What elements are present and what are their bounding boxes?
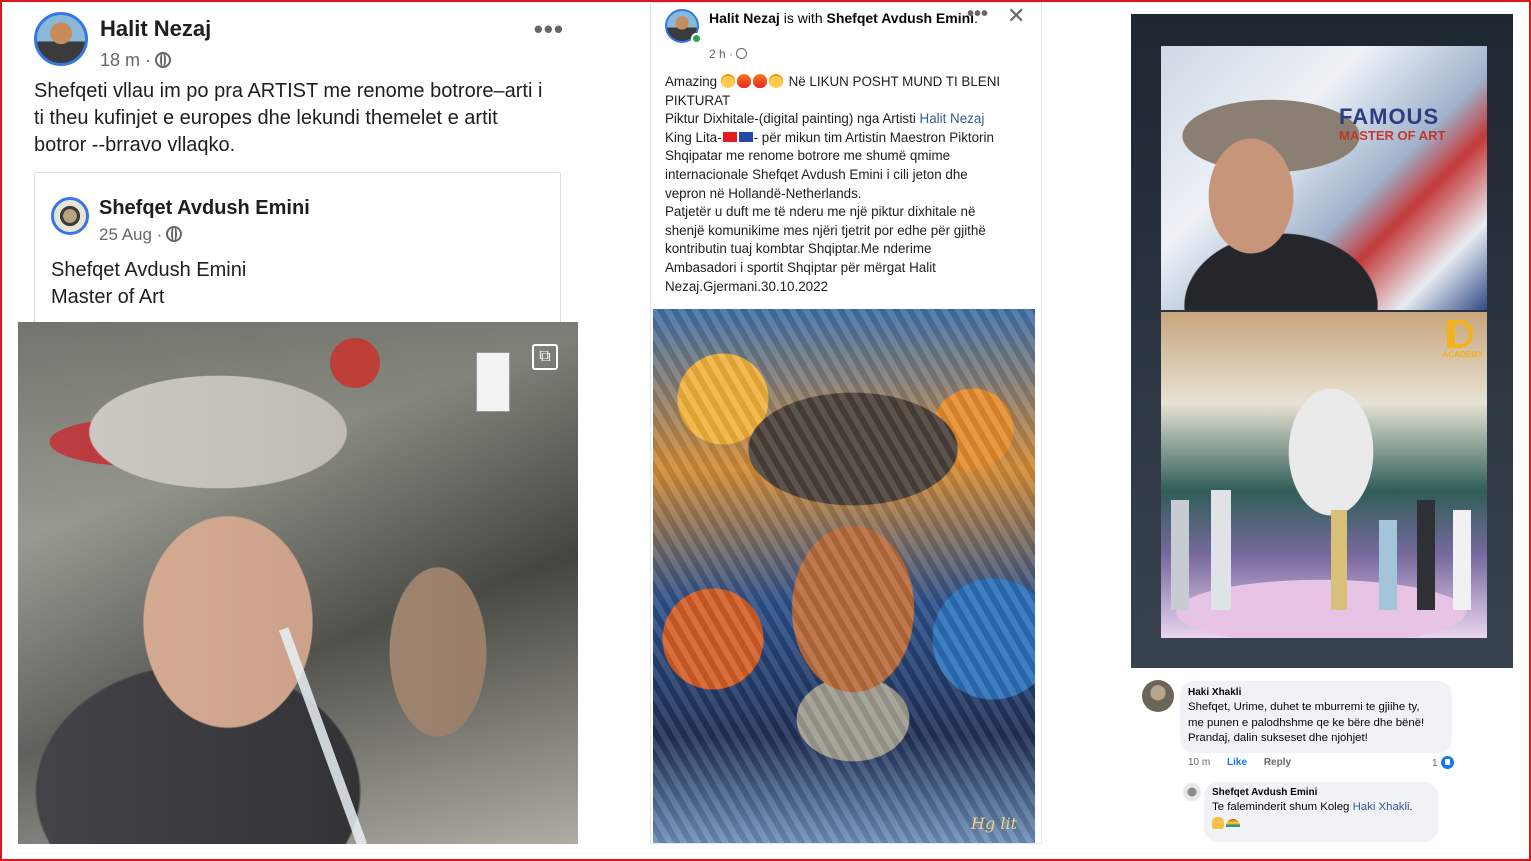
post-text-line: shenjë komunikime mes njëri tjetrit por … [665, 222, 986, 238]
comment-line: Prandaj, dalin sukseset dhe njohjet! [1188, 732, 1368, 745]
comment-line: Shefqet, Urime, duhet te mburremi te gji… [1188, 701, 1420, 713]
post-text-line: Nezaj.Gjermani.30.10.2022 [665, 278, 829, 294]
fire-emoji-icon [736, 74, 751, 88]
reply-button[interactable]: Reply [1264, 757, 1291, 768]
tv-channel-logo-text: ACADEMY [1442, 350, 1483, 359]
shared-text-line: Shefqet Avdush Emini [51, 259, 247, 281]
picture-in-picture-icon[interactable]: ⧉ [532, 344, 558, 370]
post-text-line: Piktur Dixhitale-(digital painting) nga … [665, 110, 1035, 129]
shared-post-card[interactable]: Shefqet Avdush Emini 25 Aug · Shefqet Av… [34, 172, 561, 342]
globe-icon [736, 48, 748, 59]
digital-painting-image[interactable]: Hg lit [653, 309, 1035, 843]
with-text: is with [779, 10, 827, 26]
post-text-line: kontributin tuaj kombtar Shqiptar.Me nde… [665, 241, 932, 257]
king-lita-text: King Lita- [665, 129, 722, 145]
globe-icon [155, 52, 172, 68]
post-text-line: botror --brravo vllaqko. [34, 134, 236, 156]
author-name[interactable]: Halit Nezaj [100, 16, 211, 42]
more-options-icon[interactable]: ••• [534, 14, 564, 45]
tagged-name[interactable]: Shefqet Avdush Emini [827, 10, 975, 26]
red-badge-graphic [330, 338, 380, 388]
famous-title: FAMOUS [1339, 104, 1440, 129]
amazing-text: Amazing [665, 74, 718, 89]
replier-avatar[interactable] [1183, 783, 1201, 801]
post-text-line: ti theu kufinjet e europes dhe lekundi t… [34, 107, 498, 129]
avatar[interactable] [34, 12, 88, 66]
smiling-hearts-emoji-icon [768, 74, 783, 88]
kosovo-flag-icon [738, 131, 753, 142]
reply-text-main: Te faleminderit shum Koleg [1212, 801, 1353, 813]
heart-eyes-emoji-icon [720, 74, 735, 88]
author-name[interactable]: Halit Nezaj [709, 10, 780, 26]
post-text-line: internacionale Shefqet Avdush Emini i ci… [665, 166, 968, 182]
mention-link[interactable]: Haki Xhakli [1353, 801, 1410, 813]
reaction-count-number: 1 [1432, 758, 1438, 769]
link-notice-text: Në LIKUN POSHT MUND TI BLENI [784, 74, 1001, 89]
comment-time: 10 m [1188, 757, 1211, 768]
reply-text: Te faleminderit shum Koleg Haki Xhakli. [1212, 799, 1430, 815]
post-time-text: 2 h · [709, 47, 734, 61]
no-smoking-sign [476, 352, 510, 412]
close-icon[interactable]: ✕ [1007, 3, 1025, 29]
paint-texture [653, 309, 1035, 843]
shared-author-name[interactable]: Shefqet Avdush Emini [99, 197, 310, 220]
post-panel-middle: Halit Nezaj is with Shefqet Avdush Emini… [650, 2, 1042, 844]
like-button[interactable]: Like [1227, 757, 1247, 768]
painting-signature: Hg lit [971, 814, 1017, 833]
comment-actions: 10 m Like Reply [1188, 757, 1305, 768]
post-time-text: 18 m · [100, 50, 152, 70]
story-image-panel[interactable]: FAMOUS MASTER OF ART ACADEMY [1131, 14, 1513, 668]
shared-avatar[interactable] [51, 197, 89, 235]
rainbow-icon [1226, 819, 1240, 827]
audience-figures [1161, 480, 1487, 610]
shared-text-line: Master of Art [51, 286, 165, 308]
shared-post-time: 25 Aug · [99, 225, 183, 245]
comment-line: me punen e palodhshme qe ke bëre dhe bën… [1188, 716, 1425, 729]
online-status-icon [691, 33, 702, 44]
post-text-line: vepron në Hollandë-Netherlands. [665, 185, 862, 201]
post-time: 18 m · [100, 50, 172, 71]
fire-emoji-icon [752, 74, 767, 88]
post-text-line: Patjetër u duft me të nderu me një piktu… [665, 204, 976, 220]
painting-text: Piktur Dixhitale-(digital painting) nga … [665, 111, 920, 127]
shared-post-text: Shefqet Avdush Emini Master of Art [51, 257, 246, 311]
reaction-count[interactable]: 1 [1432, 756, 1454, 769]
albania-flag-icon [722, 131, 737, 142]
reply-author[interactable]: Shefqet Avdush Emini [1212, 787, 1430, 798]
artist-link[interactable]: Halit Nezaj [920, 111, 985, 126]
post-text-line: PIKTURAT [665, 92, 731, 108]
post-text-line: King Lita- - për mikun tim Artistin Maest… [665, 129, 1035, 148]
post-text-line: Shefqeti vllau im po pra ARTIST me renom… [34, 80, 543, 102]
reply-bubble: Shefqet Avdush Emini Te faleminderit shu… [1204, 782, 1438, 842]
post-text-line: Amazing Në LIKUN POSHT MUND TI BLENI [665, 73, 1035, 92]
reply-text-end: . [1409, 801, 1413, 813]
post-title: Halit Nezaj is with Shefqet Avdush Emini… [709, 9, 979, 28]
comment-text: Shefqet, Urime, duhet te mburremi te gji… [1188, 700, 1444, 747]
post-text: Shefqeti vllau im po pra ARTIST me renom… [34, 78, 574, 159]
globe-icon [166, 226, 183, 242]
post-header: Halit Nezaj 18 m · ••• [34, 12, 564, 72]
dedication-text: - për mikun tim Artistin Maestron Piktor… [753, 129, 994, 145]
post-time: 2 h · [709, 47, 748, 61]
praying-hands-icon [1212, 817, 1224, 829]
reply-emojis [1212, 816, 1430, 830]
more-options-icon[interactable]: ••• [967, 3, 988, 26]
post-text-line: Shqipatar me renome botrore me shumë qmi… [665, 148, 951, 164]
master-of-art-title: MASTER OF ART [1339, 128, 1446, 143]
comment-author[interactable]: Haki Xhakli [1188, 687, 1444, 698]
shared-post-time-text: 25 Aug · [99, 225, 163, 244]
commenter-avatar[interactable] [1142, 680, 1174, 712]
post-photo[interactable]: ⧉ [18, 322, 578, 844]
post-panel-left: Halit Nezaj 18 m · ••• Shefqeti vllau im… [18, 4, 578, 844]
tv-show-image: ACADEMY [1161, 312, 1487, 638]
comment-bubble: Haki Xhakli Shefqet, Urime, duhet te mbu… [1180, 681, 1452, 753]
tv-channel-logo-icon [1447, 320, 1473, 348]
post-text: Amazing Në LIKUN POSHT MUND TI BLENI PIK… [665, 73, 1035, 296]
thumbs-up-icon [1440, 756, 1454, 769]
portrait-image: FAMOUS MASTER OF ART [1161, 46, 1487, 310]
post-text-line: Ambasadori i sportit Shqiptar për mërgat… [665, 259, 936, 275]
